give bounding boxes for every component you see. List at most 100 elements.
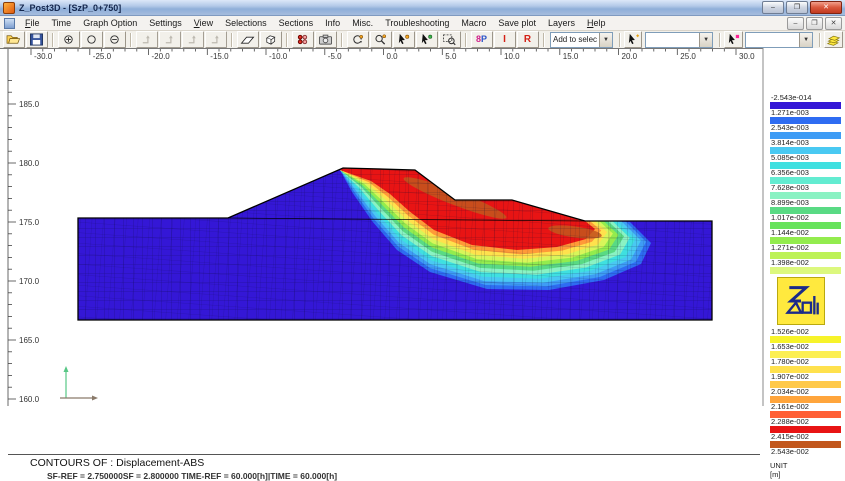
svg-text:-20.0: -20.0 (152, 52, 171, 61)
svg-text:-25.0: -25.0 (93, 52, 112, 61)
menu-layers[interactable]: Layers (542, 17, 581, 29)
menu-help[interactable]: Help (581, 17, 612, 29)
svg-text:170.0: 170.0 (19, 277, 40, 286)
legend-value: 5.085e-003 (770, 154, 845, 162)
svg-text:5.0: 5.0 (445, 52, 457, 61)
legend-value: 1.780e-002 (770, 358, 845, 366)
svg-text:10.0: 10.0 (504, 52, 520, 61)
pick-orange-button[interactable] (393, 31, 415, 48)
pick-green-button[interactable] (416, 31, 438, 48)
svg-text:180.0: 180.0 (19, 159, 40, 168)
legend-unit-value: [m] (770, 470, 845, 479)
mdi-minimize-button[interactable]: – (787, 17, 804, 30)
mesh-overlay (78, 168, 712, 320)
legend-value: 1.144e-002 (770, 229, 845, 237)
legend-value: 2.543e-002 (770, 448, 845, 456)
svg-text:-5.0: -5.0 (328, 52, 342, 61)
section-cut-1-button (136, 31, 158, 48)
legend-color-band (770, 441, 841, 448)
sf-time-status: SF-REF = 2.750000SF = 2.800000 TIME-REF … (47, 471, 337, 481)
svg-text:-15.0: -15.0 (210, 52, 229, 61)
menu-settings[interactable]: Settings (143, 17, 188, 29)
pick-list-b-button[interactable] (724, 31, 742, 48)
svg-text:165.0: 165.0 (19, 336, 40, 345)
plot-area: -30.0 -25.0 -20.0 -15.0 -10.0 -5.0 0.0 5.0 10.0 1… (0, 48, 845, 437)
plot-canvas[interactable]: -30.0 -25.0 -20.0 -15.0 -10.0 -5.0 0.0 5.0 10.0 1… (0, 48, 845, 437)
zoom-pick-button[interactable] (370, 31, 392, 48)
legend-value: -2.543e-014 (770, 94, 845, 102)
menu-macro[interactable]: Macro (455, 17, 492, 29)
menu-sections[interactable]: Sections (273, 17, 320, 29)
section-cut-2-button (159, 31, 181, 48)
legend-value: 2.543e-003 (770, 124, 845, 132)
svg-text:-10.0: -10.0 (269, 52, 288, 61)
svg-text:25.0: 25.0 (680, 52, 696, 61)
plane-view-button[interactable] (237, 31, 259, 48)
legend-value: 2.415e-002 (770, 433, 845, 441)
layers-button[interactable] (824, 31, 842, 48)
add-to-select-dropdown[interactable]: Add to selec ▼ (550, 32, 613, 48)
legend-value: 1.017e-002 (770, 214, 845, 222)
mdi-child-icon (4, 18, 15, 29)
legend-value: 3.814e-003 (770, 139, 845, 147)
imposed-button[interactable]: I (494, 31, 516, 48)
maximize-button[interactable]: ❐ (786, 1, 808, 14)
legend-value: 1.271e-003 (770, 109, 845, 117)
axes-indicator (60, 366, 98, 401)
results-button[interactable]: R (517, 31, 539, 48)
minimize-button[interactable]: – (762, 1, 784, 14)
section-cut-4-button (205, 31, 227, 48)
snapshot-button[interactable] (315, 31, 337, 48)
box-3d-view-button[interactable] (260, 31, 282, 48)
svg-text:30.0: 30.0 (739, 52, 755, 61)
legend-value: 1.907e-002 (770, 373, 845, 381)
contours-of-label: CONTOURS OF : Displacement-ABS (30, 457, 204, 469)
element-state-button[interactable] (292, 31, 314, 48)
menu-save-plot[interactable]: Save plot (492, 17, 542, 29)
node-button[interactable] (81, 31, 103, 48)
legend-value: 8.899e-003 (770, 199, 845, 207)
legend-unit-label: UNIT (770, 461, 845, 470)
svg-text:0.0: 0.0 (387, 52, 399, 61)
close-button[interactable]: ✕ (810, 1, 842, 14)
menu-view[interactable]: View (188, 17, 219, 29)
save-button[interactable] (26, 31, 48, 48)
palette-8p-button[interactable]: 8P (471, 31, 493, 48)
app-icon (3, 2, 15, 14)
menu-time[interactable]: Time (46, 17, 78, 29)
node-add-button[interactable] (58, 31, 80, 48)
menu-troubleshooting[interactable]: Troubleshooting (379, 17, 455, 29)
legend-value: 1.271e-002 (770, 244, 845, 252)
menu-bar: FileTimeGraph OptionSettingsViewSelectio… (0, 16, 845, 31)
ruler-horizontal: -30.0-25.0-20.0-15.0-10.0-5.00.05.010.01… (31, 48, 755, 61)
svg-text:20.0: 20.0 (622, 52, 638, 61)
zsoil-logo (777, 277, 825, 325)
rotate-view-button[interactable] (347, 31, 369, 48)
menu-info[interactable]: Info (319, 17, 346, 29)
legend-color-band (770, 267, 841, 274)
dropdown-arrow-icon: ▼ (599, 33, 612, 47)
svg-text:-30.0: -30.0 (34, 52, 53, 61)
legend-value: 1.653e-002 (770, 343, 845, 351)
toolbar: 8PIR Add to selec ▼ ▼ ▼ (0, 31, 845, 49)
contour-legend: -2.543e-014 1.271e-003 2.543e-003 3.814e-00… (770, 94, 845, 479)
selection-dropdown-1[interactable]: ▼ (645, 32, 713, 48)
section-cut-3-button (182, 31, 204, 48)
legend-value: 2.288e-002 (770, 418, 845, 426)
window-title: Z_Post3D - [SzP_0+750] (19, 3, 760, 13)
selection-dropdown-2[interactable]: ▼ (745, 32, 813, 48)
node-remove-button[interactable] (104, 31, 126, 48)
menu-misc[interactable]: Misc. (346, 17, 379, 29)
menu-selections[interactable]: Selections (219, 17, 273, 29)
open-button[interactable] (3, 31, 25, 48)
mdi-close-button[interactable]: ✕ (825, 17, 842, 30)
legend-value: 1.526e-002 (770, 328, 845, 336)
legend-value: 2.161e-002 (770, 403, 845, 411)
menu-file[interactable]: File (19, 17, 46, 29)
mdi-restore-button[interactable]: ❐ (806, 17, 823, 30)
pick-list-a-button[interactable] (624, 31, 642, 48)
zoom-window-button[interactable] (439, 31, 461, 48)
legend-value: 7.628e-003 (770, 184, 845, 192)
menu-graph-option[interactable]: Graph Option (77, 17, 143, 29)
legend-value: 1.398e-002 (770, 259, 845, 267)
